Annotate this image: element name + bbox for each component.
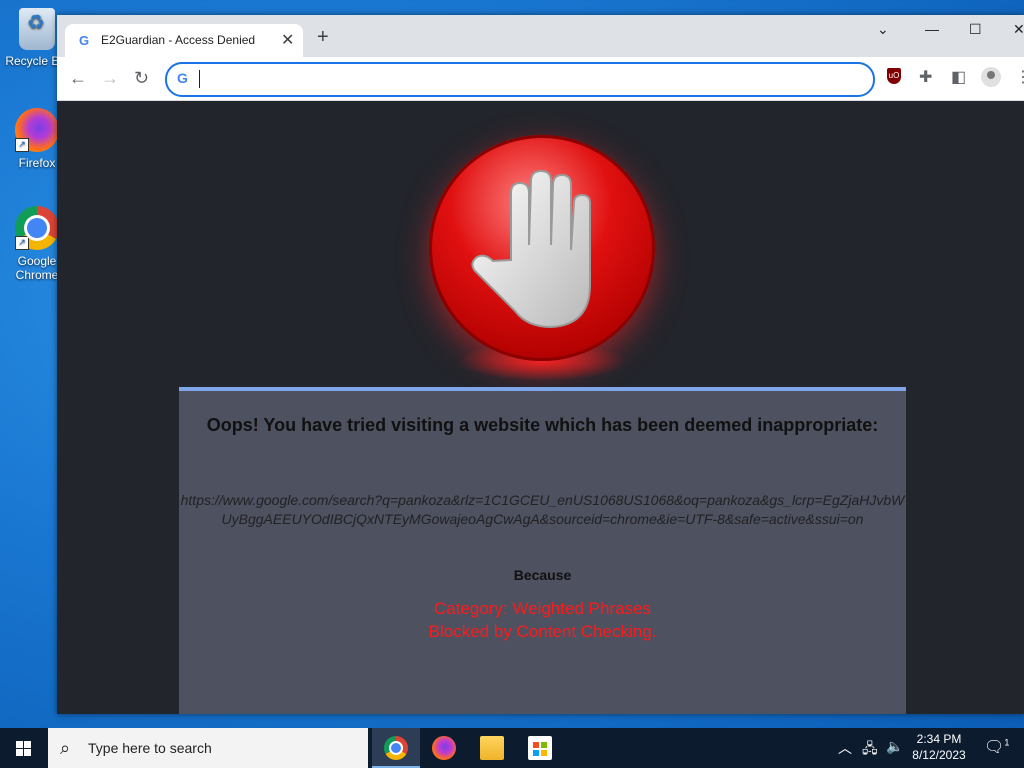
block-reason: Category: Weighted Phrases Blocked by Co… xyxy=(179,597,906,643)
shortcut-arrow-icon: ↗ xyxy=(15,138,29,152)
firefox-icon: ↗ xyxy=(15,108,59,152)
close-window-button[interactable]: ✕ xyxy=(1013,21,1024,38)
maximize-button[interactable]: ☐ xyxy=(969,21,982,38)
message-panel: Oops! You have tried visiting a website … xyxy=(179,387,906,714)
search-placeholder: Type here to search xyxy=(88,740,212,756)
text-caret xyxy=(199,70,200,88)
folder-icon xyxy=(480,736,504,760)
tab-search-chevron-icon[interactable]: ⌄ xyxy=(877,21,889,38)
new-tab-button[interactable]: + xyxy=(317,27,329,47)
forward-button[interactable]: → xyxy=(101,68,119,88)
stop-hand-icon xyxy=(429,135,655,361)
menu-kebab-icon[interactable]: ⋮ xyxy=(1015,67,1024,87)
start-button[interactable] xyxy=(0,728,48,768)
taskbar-search-box[interactable]: ⌕ Type here to search xyxy=(48,728,368,768)
reason-line: Blocked by Content Checking. xyxy=(428,622,657,641)
ublock-origin-icon[interactable]: uO xyxy=(887,68,901,84)
clock-date: 8/12/2023 xyxy=(912,748,966,762)
category-line: Category: Weighted Phrases xyxy=(433,599,652,618)
windows-logo-icon xyxy=(16,741,31,756)
minimize-button[interactable]: — xyxy=(925,21,939,37)
chrome-icon xyxy=(384,736,408,760)
chevron-up-icon[interactable]: ︿ xyxy=(838,738,852,758)
network-icon[interactable]: 🖧 xyxy=(862,738,878,762)
recycle-bin-icon xyxy=(19,8,55,50)
clock-time: 2:34 PM xyxy=(916,732,962,746)
search-icon: ⌕ xyxy=(60,738,71,758)
page-heading: Oops! You have tried visiting a website … xyxy=(206,415,879,435)
address-bar[interactable]: G xyxy=(165,62,875,97)
clock[interactable]: 2:34 PM 8/12/2023 xyxy=(900,731,978,763)
close-tab-icon[interactable]: ✕ xyxy=(281,30,294,50)
because-label: Because xyxy=(513,567,572,583)
blocked-page: Oops! You have tried visiting a website … xyxy=(57,101,1024,714)
browser-window: G E2Guardian - Access Denied ✕ + ⌄ — ☐ ✕… xyxy=(57,15,1024,714)
extensions-puzzle-icon[interactable]: ✚ xyxy=(919,67,932,87)
browser-toolbar: ← → ↻ G uO ✚ ◧ ⋮ xyxy=(57,57,1024,101)
taskbar-store[interactable] xyxy=(516,728,564,768)
back-button[interactable]: ← xyxy=(69,68,87,88)
reload-button[interactable]: ↻ xyxy=(134,68,149,88)
google-favicon-icon: G xyxy=(79,33,90,48)
tab-active[interactable]: G E2Guardian - Access Denied ✕ xyxy=(65,24,303,57)
hand-icon xyxy=(471,169,591,329)
firefox-icon xyxy=(432,736,456,760)
notification-count: 1 xyxy=(1004,737,1010,748)
address-input[interactable] xyxy=(201,68,845,92)
blocked-url: https://www.google.com/search?q=pankoza&… xyxy=(180,492,905,527)
chrome-icon: ↗ xyxy=(15,206,59,250)
shortcut-arrow-icon: ↗ xyxy=(15,236,29,250)
tab-title: E2Guardian - Access Denied xyxy=(101,33,256,47)
taskbar-chrome[interactable] xyxy=(372,728,420,768)
google-search-icon: G xyxy=(177,70,188,86)
profile-avatar-icon[interactable] xyxy=(981,67,1001,87)
taskbar-file-explorer[interactable] xyxy=(468,728,516,768)
side-panel-icon[interactable]: ◧ xyxy=(951,67,966,87)
notification-icon[interactable]: 🗨1 xyxy=(984,737,1009,757)
tab-strip: G E2Guardian - Access Denied ✕ + ⌄ — ☐ ✕ xyxy=(57,15,1024,57)
taskbar: ⌕ Type here to search ︿ 🖧 🔈 2:34 PM 8/12… xyxy=(0,728,1024,768)
taskbar-firefox[interactable] xyxy=(420,728,468,768)
store-icon xyxy=(528,736,552,760)
